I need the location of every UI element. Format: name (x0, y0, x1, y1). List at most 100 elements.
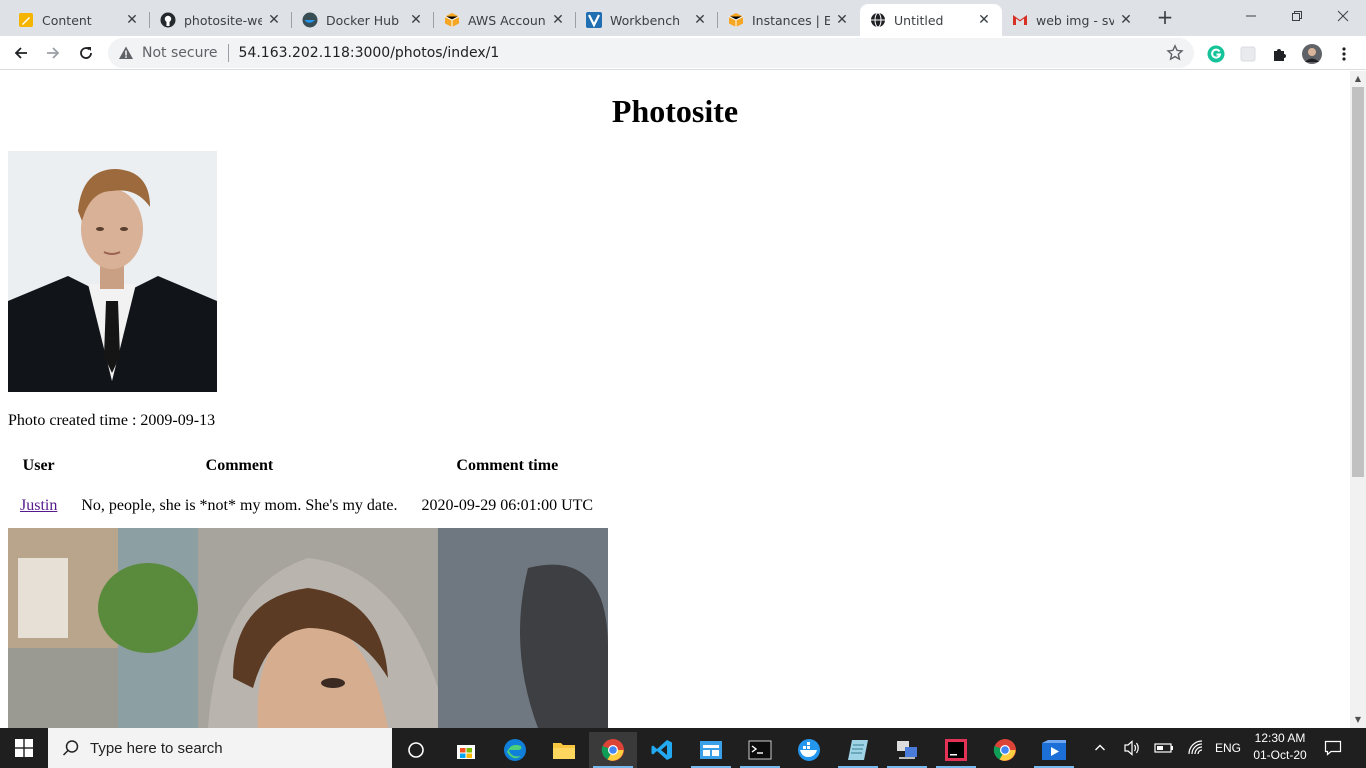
show-hidden-icons[interactable] (1090, 728, 1110, 768)
tab-title: web img - svg (1036, 12, 1114, 28)
volume-button[interactable] (1120, 728, 1144, 768)
close-icon[interactable]: ✕ (834, 12, 850, 28)
url-text[interactable]: 54.163.202.118:3000/photos/index/1 (239, 45, 500, 61)
taskbar-network-app[interactable] (883, 732, 931, 768)
scroll-down-arrow[interactable]: ▼ (1350, 712, 1366, 728)
folder-icon (553, 743, 575, 759)
globe-icon (871, 12, 885, 28)
chrome-icon (601, 739, 624, 761)
tab-content[interactable]: Content ✕ (8, 4, 150, 36)
tab-title: Instances | EC2 (752, 12, 830, 28)
close-window-button[interactable] (1320, 0, 1366, 32)
aws-cube-icon (444, 13, 460, 27)
page-viewport: Photosite Photo created time : 2009-09-1… (0, 71, 1350, 728)
address-bar[interactable]: Not secure 54.163.202.118:3000/photos/in… (108, 38, 1194, 68)
back-button[interactable] (8, 40, 34, 66)
browser-toolbar: Not secure 54.163.202.118:3000/photos/in… (0, 36, 1366, 70)
table-header-row: User Comment Comment time (8, 454, 605, 478)
comment-time-cell: 2020-09-29 06:01:00 UTC (421, 497, 594, 514)
taskbar-clock[interactable]: 12:30 AM 01-Oct-20 (1244, 730, 1316, 764)
tab-web-img-svg[interactable]: web img - svg ✕ (1002, 4, 1144, 36)
github-icon (160, 12, 176, 28)
start-button[interactable] (0, 728, 48, 768)
close-icon[interactable]: ✕ (266, 12, 282, 28)
second-photo (8, 528, 608, 728)
profile-avatar[interactable] (1302, 44, 1322, 64)
taskbar-chrome-canary[interactable] (981, 732, 1029, 768)
puzzle-icon (1274, 49, 1286, 61)
close-icon[interactable]: ✕ (976, 12, 992, 28)
tab-untitled[interactable]: Untitled ✕ (860, 4, 1002, 36)
taskbar-vscode[interactable] (638, 732, 686, 768)
grammarly-extension[interactable] (1206, 44, 1226, 64)
taskbar-docker[interactable] (785, 732, 833, 768)
extensions-menu-button[interactable] (1270, 44, 1290, 64)
notification-icon (1324, 740, 1342, 756)
forward-button[interactable] (40, 40, 66, 66)
input-language[interactable]: ENG (1212, 728, 1244, 768)
close-icon[interactable]: ✕ (1118, 12, 1134, 28)
clock-time: 12:30 AM (1254, 731, 1306, 745)
restore-button[interactable] (1274, 0, 1320, 32)
aws-cube-icon (728, 13, 744, 27)
tab-workbench[interactable]: Workbench ✕ (576, 4, 718, 36)
action-center-button[interactable] (1320, 728, 1346, 768)
taskbar-video-editor[interactable] (1030, 732, 1078, 768)
minimize-button[interactable] (1228, 0, 1274, 32)
close-icon[interactable]: ✕ (408, 12, 424, 28)
extension-button[interactable] (1238, 44, 1258, 64)
scroll-thumb[interactable] (1352, 87, 1364, 477)
close-icon[interactable]: ✕ (124, 12, 140, 28)
minimize-icon (1246, 15, 1256, 17)
search-placeholder: Type here to search (90, 739, 223, 757)
comments-table: User Comment Comment time Justin No, peo… (8, 454, 605, 518)
reload-button[interactable] (73, 40, 99, 66)
vscode-icon (651, 740, 672, 760)
taskbar-store[interactable] (442, 732, 490, 768)
wifi-icon (1188, 740, 1203, 755)
taskbar-rubymine[interactable] (932, 732, 980, 768)
taskbar-notes[interactable] (834, 732, 882, 768)
taskbar-chrome[interactable] (589, 732, 637, 768)
edge-icon (504, 739, 526, 761)
star-icon[interactable] (1166, 44, 1184, 62)
user-link[interactable]: Justin (20, 497, 57, 514)
taskbar-edge[interactable] (491, 732, 539, 768)
taskbar-file-explorer[interactable] (540, 732, 588, 768)
chrome-menu-button[interactable] (1334, 44, 1354, 64)
tab-title: AWS Account (468, 12, 546, 28)
battery-icon (1154, 743, 1173, 753)
tab-aws-account[interactable]: AWS Account ✕ (434, 4, 576, 36)
page-title: Photosite (611, 93, 739, 129)
network-app-icon (897, 741, 917, 759)
security-label[interactable]: Not secure (142, 45, 218, 61)
task-view-button[interactable] (392, 732, 440, 768)
network-button[interactable] (1184, 728, 1208, 768)
column-header-comment-time: Comment time (456, 457, 559, 474)
tab-photosite-web[interactable]: photosite-web ✕ (150, 4, 292, 36)
battery-button[interactable] (1152, 728, 1176, 768)
profile-photo (8, 151, 217, 392)
taskbar-app-calc[interactable] (687, 732, 735, 768)
tab-docker-hub[interactable]: Docker Hub ✕ (292, 4, 434, 36)
store-icon (457, 745, 475, 759)
taskbar-search[interactable]: Type here to search (48, 728, 392, 768)
edit-icon (19, 13, 33, 27)
speaker-icon (1124, 740, 1139, 756)
photo-created-time: Photo created time : 2009-09-13 (8, 412, 216, 429)
scroll-up-arrow[interactable]: ▲ (1350, 71, 1366, 87)
taskbar-terminal[interactable] (736, 732, 784, 768)
tab-instances-ec2[interactable]: Instances | EC2 ✕ (718, 4, 860, 36)
close-icon[interactable]: ✕ (550, 12, 566, 28)
tab-title: photosite-web (184, 12, 262, 28)
restore-icon (1292, 11, 1302, 21)
close-icon (1337, 10, 1349, 22)
chrome-icon (993, 739, 1016, 761)
new-tab-button[interactable]: + (1154, 6, 1176, 28)
chevron-up-icon (1095, 744, 1105, 751)
close-icon[interactable]: ✕ (692, 12, 708, 28)
page-scrollbar[interactable]: ▲ ▼ (1350, 71, 1366, 728)
rubymine-icon (945, 739, 967, 761)
task-view-icon (408, 742, 424, 758)
docker-icon (798, 739, 820, 761)
